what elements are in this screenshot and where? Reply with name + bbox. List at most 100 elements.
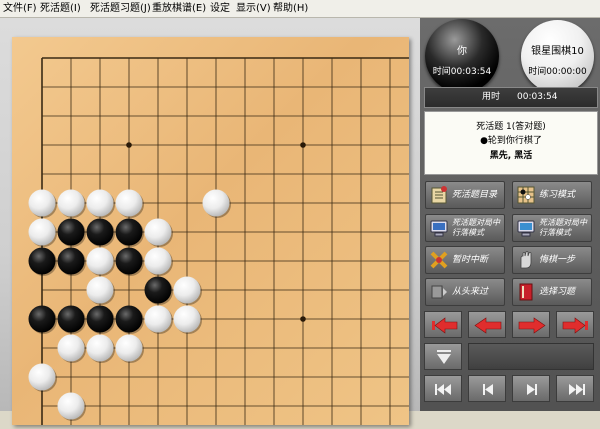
problem-status: ●轮到你行棋了 — [480, 136, 542, 146]
menu-settings[interactable]: 设定 — [210, 0, 230, 17]
dropdown-button[interactable] — [424, 343, 462, 370]
tool-label: 悔棋一步 — [539, 255, 576, 265]
board-area — [0, 18, 420, 425]
restart-button[interactable]: 从头来过 — [425, 278, 505, 306]
star-point — [126, 142, 132, 148]
pause-icon — [430, 251, 448, 269]
white-stone[interactable] — [86, 334, 114, 362]
white-stone[interactable] — [57, 334, 85, 362]
empty-slot — [468, 343, 594, 370]
select-exercise-button[interactable]: 选择习题 — [512, 278, 592, 306]
white-stone[interactable] — [173, 276, 201, 304]
skip-to-end-icon — [569, 384, 585, 395]
black-player-ball: 你 时间00:03:54 — [425, 19, 499, 93]
tool-label: 死活题目录 — [452, 190, 498, 200]
tool-label: 死活题对局中行落模式 — [452, 218, 500, 237]
grid-icon — [517, 186, 535, 204]
white-stone[interactable] — [202, 189, 230, 217]
go-board[interactable] — [12, 37, 409, 425]
double-arrow-left-icon — [432, 317, 458, 334]
skip-to-start-icon — [435, 384, 451, 395]
black-stone[interactable] — [86, 218, 114, 246]
black-stone[interactable] — [115, 218, 143, 246]
tool-label: 练习模式 — [539, 190, 576, 200]
white-stone[interactable] — [86, 276, 114, 304]
menu-file[interactable]: 文件(F) — [3, 0, 37, 17]
undo-move-button[interactable]: 悔棋一步 — [512, 246, 592, 274]
arrow-left-icon — [474, 317, 502, 334]
elapsed-label: 用时 — [482, 92, 501, 102]
triangle-down-icon — [437, 350, 451, 364]
black-stone[interactable] — [115, 305, 143, 333]
menu-help[interactable]: 帮助(H) — [273, 0, 308, 17]
star-point — [300, 316, 306, 322]
tsumego-directory-button[interactable]: 死活题目录 — [425, 181, 505, 209]
arrow-right-icon — [518, 317, 546, 334]
black-player-name: 你 — [457, 46, 467, 57]
back-red-button[interactable] — [468, 311, 506, 338]
forward-red-button[interactable] — [512, 311, 550, 338]
next-move-button[interactable] — [512, 375, 550, 402]
computer-mode-button-1[interactable]: 死活题对局中行落模式 — [425, 214, 505, 242]
white-stone[interactable] — [115, 334, 143, 362]
jump-to-start-red-button[interactable] — [424, 311, 462, 338]
white-stone[interactable] — [115, 189, 143, 217]
pause-button[interactable]: 暂时中断 — [425, 246, 505, 274]
white-player-time: 时间00:00:00 — [528, 67, 587, 77]
computer-icon — [517, 220, 535, 237]
black-stone[interactable] — [57, 218, 85, 246]
book-icon — [431, 186, 447, 204]
computer-mode-button-2[interactable]: 死活题对局中行落模式 — [512, 214, 592, 242]
tool-label: 从头来过 — [452, 287, 489, 297]
black-stone[interactable] — [28, 247, 56, 275]
menu-view[interactable]: 显示(V) — [236, 0, 271, 17]
white-player-name: 银星围棋10 — [531, 46, 584, 57]
book-red-icon — [519, 283, 533, 301]
black-stone[interactable] — [28, 305, 56, 333]
step-forward-icon — [527, 384, 537, 395]
tool-label: 暂时中断 — [452, 255, 489, 265]
problem-task: 黑先, 黑活 — [489, 151, 533, 161]
black-stone[interactable] — [144, 276, 172, 304]
board-grid[interactable] — [12, 37, 409, 425]
menu-tsumego-exercise[interactable]: 死活题习题(J) — [90, 0, 151, 17]
practice-mode-button[interactable]: 练习模式 — [512, 181, 592, 209]
black-stone[interactable] — [86, 305, 114, 333]
black-stone[interactable] — [115, 247, 143, 275]
white-stone[interactable] — [144, 305, 172, 333]
star-point — [300, 142, 306, 148]
black-stone[interactable] — [57, 305, 85, 333]
last-move-button[interactable] — [556, 375, 594, 402]
black-player-time: 时间00:03:54 — [432, 67, 492, 77]
previous-move-button[interactable] — [468, 375, 506, 402]
tool-label: 死活题对局中行落模式 — [539, 218, 587, 237]
menu-bar: 文件(F) 死活题(I) 死活题习题(J) 重放棋谱(E) 设定 显示(V) 帮… — [0, 0, 600, 18]
white-stone[interactable] — [173, 305, 201, 333]
white-stone[interactable] — [28, 363, 56, 391]
white-stone[interactable] — [86, 189, 114, 217]
menu-replay[interactable]: 重放棋谱(E) — [152, 0, 206, 17]
computer-icon — [430, 220, 448, 237]
jump-to-end-red-button[interactable] — [556, 311, 594, 338]
white-stone[interactable] — [28, 218, 56, 246]
white-stone[interactable] — [144, 218, 172, 246]
white-stone[interactable] — [144, 247, 172, 275]
tool-label: 选择习题 — [539, 287, 576, 297]
problem-title: 死活题 1(答对题) — [476, 122, 546, 132]
elapsed-value: 00:03:54 — [517, 92, 558, 102]
first-move-button[interactable] — [424, 375, 462, 402]
restart-icon — [431, 285, 447, 299]
black-stone[interactable] — [57, 247, 85, 275]
white-stone[interactable] — [28, 189, 56, 217]
control-panel: 你 时间00:03:54 银星围棋10 时间00:00:00 用时 00:03:… — [420, 18, 600, 411]
white-stone[interactable] — [57, 189, 85, 217]
menu-tsumego[interactable]: 死活题(I) — [40, 0, 81, 17]
white-player-ball: 银星围棋10 时间00:00:00 — [521, 20, 594, 93]
elapsed-time-bar: 用时 00:03:54 — [424, 87, 598, 108]
step-back-icon — [483, 384, 493, 395]
problem-info-box: 死活题 1(答对题) ●轮到你行棋了 黑先, 黑活 — [424, 111, 598, 175]
double-arrow-right-icon — [562, 317, 588, 334]
hand-icon — [520, 251, 532, 269]
white-stone[interactable] — [86, 247, 114, 275]
white-stone[interactable] — [57, 392, 85, 420]
